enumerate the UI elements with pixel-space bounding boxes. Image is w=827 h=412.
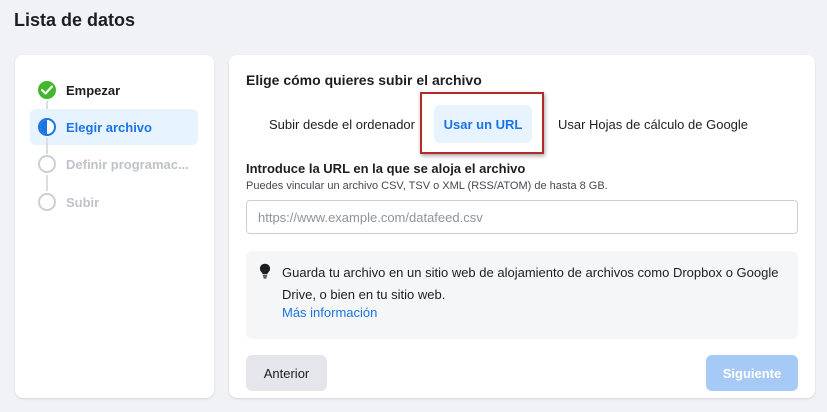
step-choose-file[interactable]: Elegir archivo [30,109,198,145]
tab-upload-from-computer[interactable]: Subir desde el ordenador [246,105,438,143]
stepper-sidebar: Empezar Elegir archivo Definir programac… [15,55,214,398]
more-info-link[interactable]: Más información [282,305,377,320]
lightbulb-icon [259,263,271,284]
empty-circle-icon [38,155,56,173]
tab-google-sheets[interactable]: Usar Hojas de cálculo de Google [547,105,759,143]
info-text: Guarda tu archivo en un sitio web de alo… [282,265,779,302]
step-label: Definir programac... [66,156,189,172]
step-label: Elegir archivo [66,119,152,135]
empty-circle-icon [38,193,56,211]
next-button[interactable]: Siguiente [706,355,798,391]
info-box: Guarda tu archivo en un sitio web de alo… [246,251,798,339]
tab-use-url[interactable]: Usar un URL [434,105,532,143]
url-input[interactable] [246,200,798,234]
step-label: Subir [66,194,100,210]
step-label: Empezar [66,82,121,98]
upload-card: Elige cómo quieres subir el archivo Subi… [229,55,815,398]
page-title: Lista de datos [14,10,136,30]
step-start[interactable]: Empezar [30,72,198,108]
url-field-label: Introduce la URL en la que se aloja el a… [246,161,526,176]
step-define-schedule[interactable]: Definir programac... [30,146,198,182]
url-field-help: Puedes vincular un archivo CSV, TSV o XM… [246,180,608,192]
back-button[interactable]: Anterior [246,355,327,391]
check-circle-icon [38,81,56,99]
half-circle-icon [38,118,56,136]
step-upload[interactable]: Subir [30,184,198,220]
card-title: Elige cómo quieres subir el archivo [246,72,482,88]
